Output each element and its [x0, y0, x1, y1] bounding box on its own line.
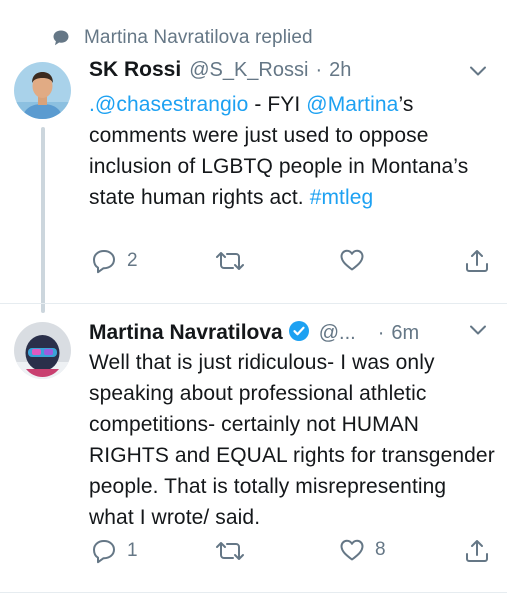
- avatar[interactable]: [14, 62, 71, 119]
- reply-count: 1: [127, 540, 138, 561]
- tweet-martina: Martina Navratilova @... · 6m Well that …: [89, 317, 495, 533]
- tweet-divider: [0, 303, 507, 304]
- separator-dot: ·: [377, 322, 385, 344]
- retweet-icon: [215, 248, 245, 274]
- heart-icon: [339, 248, 365, 272]
- tweet-header: Martina Navratilova @... · 6m: [89, 317, 495, 345]
- retweet-button[interactable]: [215, 248, 255, 274]
- verified-badge-icon: [288, 320, 310, 347]
- tweet-text: Well that is just ridiculous- I was only…: [89, 351, 495, 529]
- mention-link[interactable]: .@chasestrangio: [89, 93, 248, 116]
- share-button[interactable]: [464, 248, 490, 274]
- share-button[interactable]: [464, 538, 490, 564]
- author-name[interactable]: SK Rossi: [89, 58, 181, 82]
- reply-context: Martina Navratilova replied: [52, 24, 313, 52]
- hashtag-link[interactable]: #mtleg: [310, 186, 374, 209]
- timestamp[interactable]: 6m: [391, 322, 419, 345]
- author-name[interactable]: Martina Navratilova: [89, 321, 283, 345]
- tweet-actions: 1 8: [89, 538, 499, 568]
- tweet-text: .@chasestrangio - FYI @Martina’s comment…: [89, 89, 495, 213]
- like-button[interactable]: 8: [339, 538, 386, 562]
- like-button[interactable]: [339, 248, 375, 272]
- share-icon: [464, 248, 490, 274]
- share-icon: [464, 538, 490, 564]
- retweet-button[interactable]: [215, 538, 255, 564]
- tweet-text-part: - FYI: [248, 93, 307, 116]
- reply-context-text: Martina Navratilova replied: [84, 27, 313, 48]
- separator-dot: ·: [315, 59, 323, 81]
- chevron-down-icon[interactable]: [469, 64, 487, 82]
- tweet-actions: 2: [89, 248, 499, 278]
- timestamp[interactable]: 2h: [329, 59, 351, 82]
- retweet-icon: [215, 538, 245, 564]
- reply-icon: [91, 538, 117, 564]
- author-handle[interactable]: @S_K_Rossi: [189, 59, 308, 82]
- mention-link[interactable]: @Martina: [306, 93, 398, 116]
- thread-line: [41, 127, 45, 313]
- tweet-divider: [0, 592, 507, 593]
- reply-count: 2: [127, 250, 138, 271]
- reply-icon: [91, 248, 117, 274]
- reply-button[interactable]: 2: [91, 248, 138, 274]
- heart-icon: [339, 538, 365, 562]
- speech-bubble-icon: [52, 29, 70, 47]
- avatar[interactable]: [14, 322, 71, 379]
- author-handle[interactable]: @...: [319, 322, 356, 345]
- tweet-header: SK Rossi @S_K_Rossi · 2h: [89, 58, 495, 86]
- tweet-sk-rossi: SK Rossi @S_K_Rossi · 2h .@chasestrangio…: [89, 58, 495, 213]
- reply-button[interactable]: 1: [91, 538, 138, 564]
- like-count: 8: [375, 539, 386, 560]
- chevron-down-icon[interactable]: [469, 323, 487, 341]
